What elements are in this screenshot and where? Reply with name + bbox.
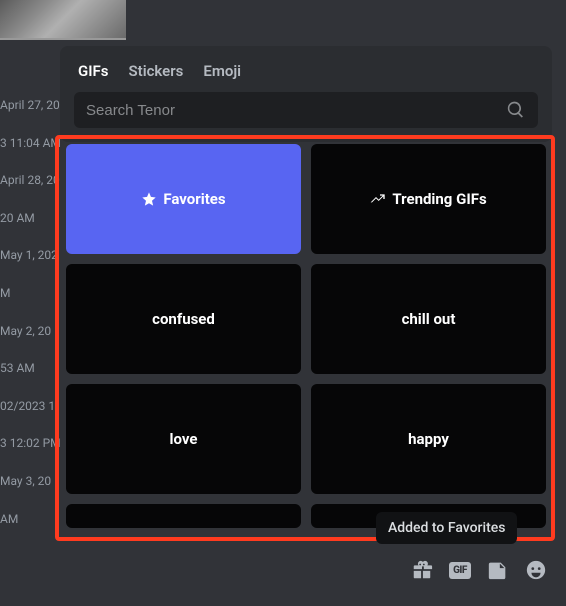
picker-tabs: GIFs Stickers Emoji <box>74 58 538 92</box>
emoji-button[interactable] <box>524 558 548 582</box>
emoji-icon <box>525 559 547 581</box>
timestamp: 3 11:04 AM <box>0 136 60 152</box>
timestamp: May 1, 202 <box>0 248 60 264</box>
gift-button[interactable] <box>410 558 434 582</box>
timestamp: April 28, 20 <box>0 173 60 189</box>
search-bar[interactable] <box>74 92 538 128</box>
tile-label: happy <box>408 430 449 448</box>
timestamp: AM <box>0 512 60 528</box>
tile-label: Trending GIFs <box>392 190 486 208</box>
tile-happy[interactable]: happy <box>311 384 546 494</box>
tile-favorites[interactable]: Favorites <box>66 144 301 254</box>
message-timestamps: April 27, 20 3 11:04 AM April 28, 20 20 … <box>0 98 60 527</box>
timestamp: May 2, 20 <box>0 324 60 340</box>
gif-category-grid: Favorites Trending GIFs confused chill o… <box>66 144 546 528</box>
message-input-toolbar: GIF <box>410 558 548 582</box>
tile-trending[interactable]: Trending GIFs <box>311 144 546 254</box>
trending-up-icon <box>370 191 386 207</box>
image-attachment-thumbnail[interactable] <box>0 0 126 40</box>
tab-gifs[interactable]: GIFs <box>78 62 109 80</box>
timestamp: 02/2023 1 <box>0 399 60 415</box>
timestamp: 3 12:02 PM <box>0 436 60 452</box>
tab-stickers[interactable]: Stickers <box>129 62 184 80</box>
timestamp: April 27, 20 <box>0 98 60 114</box>
sticker-button[interactable] <box>486 558 510 582</box>
gif-picker-panel: GIFs Stickers Emoji <box>60 46 552 142</box>
tab-emoji[interactable]: Emoji <box>203 62 241 80</box>
search-icon <box>506 100 526 120</box>
gift-icon <box>411 559 433 581</box>
tile-confused[interactable]: confused <box>66 264 301 374</box>
tile-label: love <box>170 430 198 448</box>
timestamp: May 3, 20 <box>0 474 60 490</box>
toast-text: Added to Favorites <box>388 520 505 536</box>
tile-label: Favorites <box>163 190 225 208</box>
gif-button[interactable]: GIF <box>448 558 472 582</box>
tile-label: confused <box>152 310 215 328</box>
tile-love[interactable]: love <box>66 384 301 494</box>
star-icon <box>141 191 157 207</box>
toast-added-to-favorites: Added to Favorites <box>376 512 517 544</box>
tile-chill-out[interactable]: chill out <box>311 264 546 374</box>
tile-partial[interactable] <box>66 504 301 528</box>
tile-label: chill out <box>402 310 456 328</box>
timestamp: M <box>0 286 60 302</box>
timestamp: 20 AM <box>0 211 60 227</box>
gif-label: GIF <box>449 562 471 579</box>
search-input[interactable] <box>86 102 506 119</box>
sticker-icon <box>487 559 509 581</box>
timestamp: 53 AM <box>0 361 60 377</box>
